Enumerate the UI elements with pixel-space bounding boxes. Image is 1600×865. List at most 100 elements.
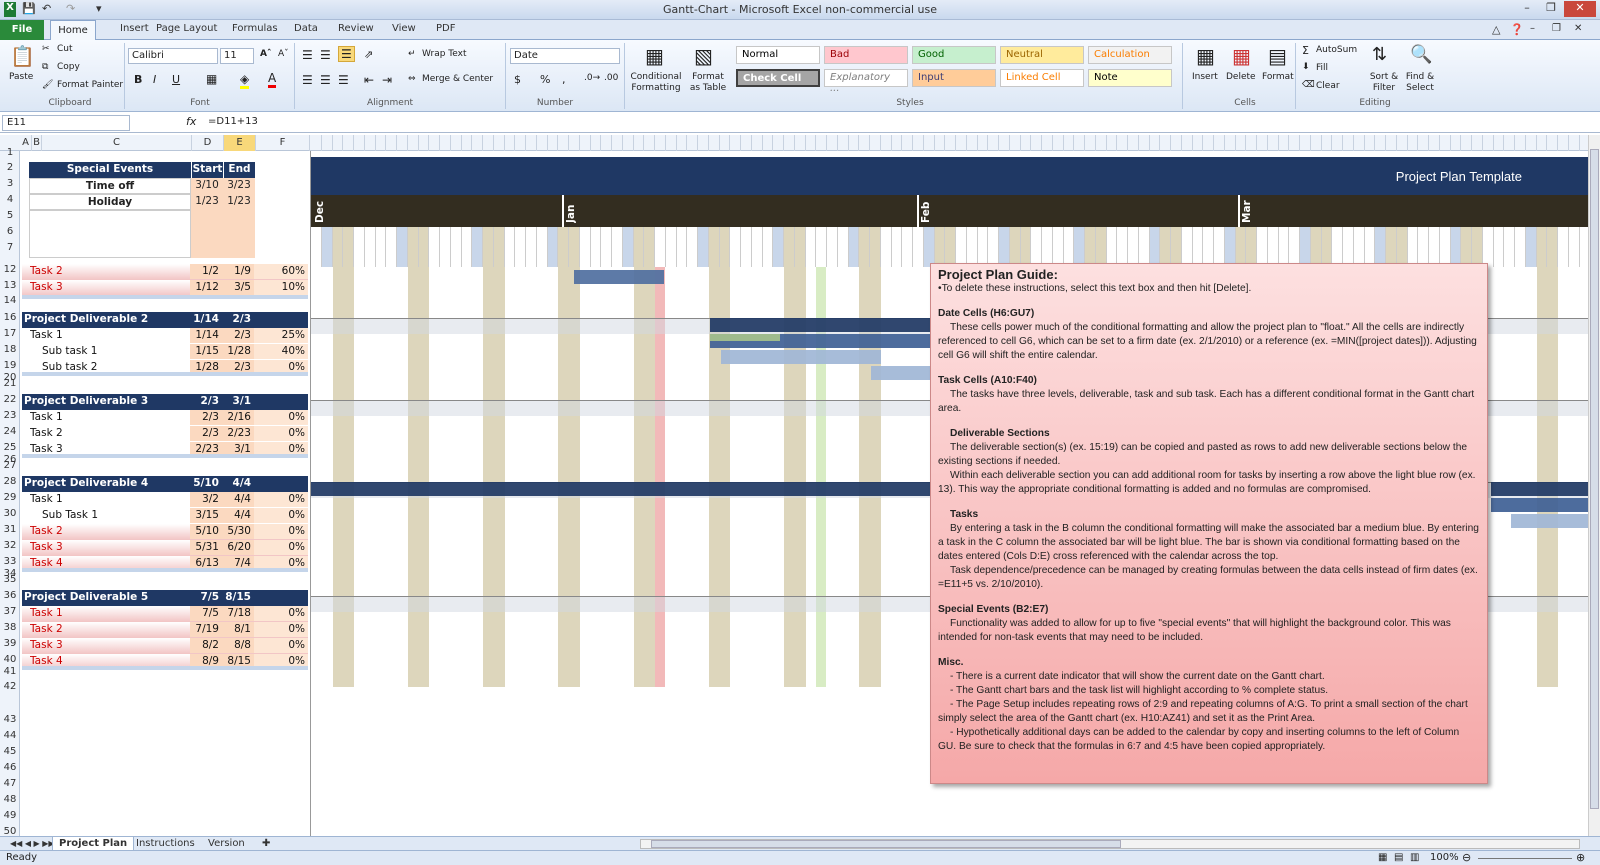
format-as-table-button[interactable]: Format as Table (686, 72, 730, 94)
date-cell[interactable] (1515, 227, 1526, 267)
special-event-name[interactable]: Time off (29, 178, 191, 194)
task-percent-complete[interactable]: 0% (254, 540, 308, 555)
task-row[interactable]: Task 2 5/10 5/30 0% (22, 524, 308, 540)
column-header[interactable] (784, 135, 795, 151)
task-end[interactable]: 3/5 (222, 280, 254, 295)
column-header[interactable] (806, 135, 817, 151)
decrease-indent-icon[interactable]: ⇤ (364, 73, 374, 87)
column-header[interactable]: A (20, 135, 32, 151)
column-header[interactable] (698, 135, 709, 151)
row-header[interactable]: 18 (0, 344, 20, 355)
column-header[interactable] (687, 135, 698, 151)
date-cell[interactable] (837, 227, 849, 267)
date-cell[interactable] (1450, 227, 1462, 267)
column-header[interactable] (537, 135, 548, 151)
date-cell[interactable] (1171, 227, 1182, 267)
row-header[interactable]: 7 (0, 242, 20, 253)
task-start[interactable]: 2/3 (190, 410, 222, 425)
date-cell[interactable] (730, 227, 741, 267)
fill-icon[interactable]: ⬇ (1302, 62, 1310, 72)
column-header[interactable] (881, 135, 892, 151)
cell-style-normal[interactable]: Normal (736, 46, 820, 64)
column-header[interactable] (720, 135, 731, 151)
sheet-tab-project-plan[interactable]: Project Plan (52, 837, 135, 851)
date-cell[interactable] (848, 227, 860, 267)
column-header[interactable] (892, 135, 903, 151)
task-end[interactable]: 7/18 (222, 606, 254, 621)
date-cell[interactable] (1074, 227, 1085, 267)
column-header[interactable] (988, 135, 999, 151)
date-cell[interactable] (945, 227, 956, 267)
close-icon[interactable]: ✕ (1564, 1, 1596, 17)
column-header[interactable] (666, 135, 677, 151)
fill-button[interactable]: Fill (1316, 63, 1328, 73)
task-name[interactable]: Task 2 (30, 426, 196, 441)
row-header[interactable]: 2 (0, 162, 20, 173)
task-row[interactable]: Task 2 7/19 8/1 0% (22, 622, 308, 638)
date-cell[interactable] (1321, 227, 1333, 267)
wrap-text-icon[interactable]: ↵ (408, 49, 416, 59)
orientation-icon[interactable]: ⇗ (364, 48, 373, 61)
row-header[interactable]: 22 (0, 394, 20, 405)
column-header[interactable] (924, 135, 935, 151)
column-header[interactable] (1332, 135, 1343, 151)
date-cell[interactable] (1149, 227, 1161, 267)
date-cell[interactable] (547, 227, 559, 267)
date-cell[interactable] (375, 227, 387, 267)
column-header[interactable] (945, 135, 956, 151)
row-header[interactable]: 4 (0, 194, 20, 205)
date-cell[interactable] (1085, 227, 1096, 267)
task-name[interactable]: Task 1 (30, 606, 196, 621)
date-cell[interactable] (999, 227, 1010, 267)
task-row[interactable]: Task 1 2/3 2/16 0% (22, 410, 308, 426)
row-header[interactable]: 45 (0, 746, 20, 757)
row-header[interactable]: 1 (0, 147, 20, 158)
task-percent-complete[interactable]: 40% (254, 344, 308, 359)
date-cell[interactable] (1482, 227, 1494, 267)
column-header[interactable] (451, 135, 462, 151)
date-cell[interactable] (311, 227, 322, 267)
task-row[interactable]: Task 2 2/3 2/23 0% (22, 426, 308, 442)
special-event-end[interactable]: 3/23 (223, 178, 255, 194)
date-cell[interactable] (1310, 227, 1322, 267)
column-header[interactable] (978, 135, 989, 151)
minimize-icon[interactable]: – (1516, 1, 1538, 17)
task-start[interactable]: 7/5 (190, 590, 222, 605)
task-percent-complete[interactable]: 0% (254, 410, 308, 425)
task-percent-complete[interactable]: 0% (254, 508, 308, 523)
delete-cells-icon[interactable]: ▦ (1232, 44, 1251, 68)
task-start[interactable]: 2/3 (190, 394, 222, 409)
task-start[interactable]: 2/3 (190, 426, 222, 441)
find-select-icon[interactable]: 🔍 (1410, 44, 1432, 65)
task-start[interactable]: 3/2 (190, 492, 222, 507)
date-cell[interactable] (601, 227, 612, 267)
tab-page-layout[interactable]: Page Layout (156, 23, 217, 34)
task-row[interactable]: Task 3 8/2 8/8 0% (22, 638, 308, 654)
task-end[interactable]: 4/4 (222, 492, 254, 507)
date-cell[interactable] (321, 227, 333, 267)
wrap-text-button[interactable]: Wrap Text (422, 49, 467, 59)
column-header[interactable] (1053, 135, 1064, 151)
date-cell[interactable] (1267, 227, 1279, 267)
row-header[interactable]: 31 (0, 524, 20, 535)
column-header[interactable] (967, 135, 978, 151)
format-table-icon[interactable]: ▧ (694, 44, 713, 68)
date-cell[interactable] (1106, 227, 1118, 267)
task-percent-complete[interactable]: 0% (254, 622, 308, 637)
insert-cells-button[interactable]: Insert (1192, 72, 1218, 82)
task-row[interactable]: Project Deliverable 4 5/10 4/4 (22, 476, 308, 492)
column-header[interactable] (1182, 135, 1193, 151)
column-header[interactable] (859, 135, 870, 151)
date-cell[interactable] (612, 227, 623, 267)
column-header[interactable] (1375, 135, 1386, 151)
row-header[interactable]: 47 (0, 778, 20, 789)
date-cell[interactable] (407, 227, 419, 267)
task-percent-complete[interactable]: 0% (254, 606, 308, 621)
row-header[interactable]: 37 (0, 606, 20, 617)
column-header[interactable] (612, 135, 623, 151)
date-cell[interactable] (773, 227, 784, 267)
column-header[interactable] (1547, 135, 1558, 151)
date-cell[interactable] (1558, 227, 1569, 267)
date-cell[interactable] (698, 227, 709, 267)
column-header[interactable] (752, 135, 763, 151)
